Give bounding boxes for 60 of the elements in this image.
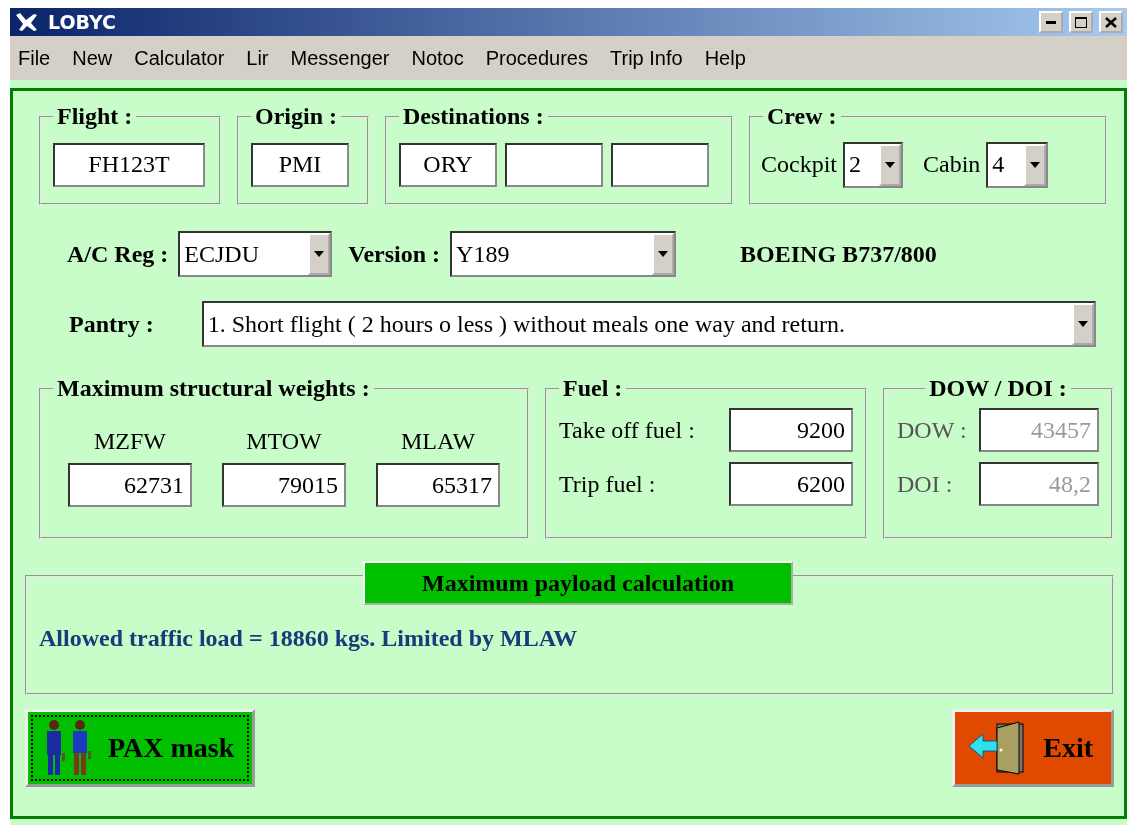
group-title: Maximum structural weights : [56,375,371,402]
menu-item[interactable]: Calculator [134,46,225,70]
close-icon [1105,16,1117,28]
ac-reg-label: A/C Reg : [67,240,169,268]
minimize-icon [1046,20,1056,24]
ac-reg-dropdown[interactable]: ECJDU [178,231,333,277]
menu-item[interactable]: Messenger [290,46,390,70]
caret-icon [1077,321,1088,327]
menu-item[interactable]: Trip Info [610,46,683,70]
crew-label: Cabin [923,151,981,178]
caret-icon [658,251,669,257]
weight-label: MTOW [246,428,322,455]
flight-field[interactable]: FH123T [53,142,205,187]
weight-label: MLAW [400,428,476,455]
caret-icon [885,161,895,168]
group-title: DOW / DOI : [928,375,1068,402]
maximize-button[interactable] [1069,11,1093,33]
crew-dropdown[interactable]: 4 [986,141,1049,188]
window-title: LOBYC [48,11,118,33]
aircraft-type: BOEING B737/800 [740,240,937,268]
weight-field[interactable]: 65317 [376,463,500,507]
version-label: Version : [348,240,441,268]
result-text: Allowed traffic load = 18860 kgs. Limited by MLAW [39,625,578,651]
pantry-dropdown[interactable]: 1. Short flight ( 2 hours o less ) without meals one way and return. [201,301,1096,347]
pax-mask-button[interactable]: PAX mask [25,709,256,787]
close-button[interactable] [1099,11,1123,33]
weight-label: MZFW [94,428,166,455]
dow-doi-label: DOI : [897,470,953,498]
destination-field[interactable] [611,142,709,187]
group-title: Origin : [254,103,338,130]
dow-doi-label: DOW : [897,416,967,444]
menu-item[interactable]: Lir [246,46,269,70]
pantry-label: Pantry : [69,310,154,338]
group-title: Fuel : [562,375,624,402]
group-title: Crew : [766,103,838,130]
group-title: Destinations : [402,103,545,130]
menu-item[interactable]: Help [704,46,746,70]
version-dropdown[interactable]: Y189 [450,231,677,277]
weight-field[interactable]: 79015 [222,463,346,507]
menu-item[interactable]: New [72,46,113,70]
menu-item[interactable]: Procedures [485,46,588,70]
menu-item[interactable]: Notoc [411,46,464,70]
fuel-field[interactable]: 9200 [729,408,853,452]
destination-field[interactable]: ORY [399,142,497,187]
fuel-field[interactable]: 6200 [729,462,853,506]
menu-item[interactable]: File [18,46,51,70]
weight-field[interactable]: 62731 [68,463,192,507]
group-title: Flight : [56,103,134,130]
fuel-label: Take off fuel : [559,416,695,444]
fuel-label: Trip fuel : [559,470,656,498]
origin-field[interactable]: PMI [251,142,349,187]
exit-button[interactable]: Exit [952,709,1114,787]
crew-dropdown[interactable]: 2 [843,141,903,188]
destination-field[interactable] [505,142,603,187]
calculate-button[interactable]: Maximum payload calculation [363,561,793,605]
crew-label: Cockpit [761,151,837,178]
caret-icon [1030,161,1041,168]
minimize-button[interactable] [1039,11,1063,33]
maximize-icon [1075,16,1087,28]
caret-icon [314,251,325,257]
